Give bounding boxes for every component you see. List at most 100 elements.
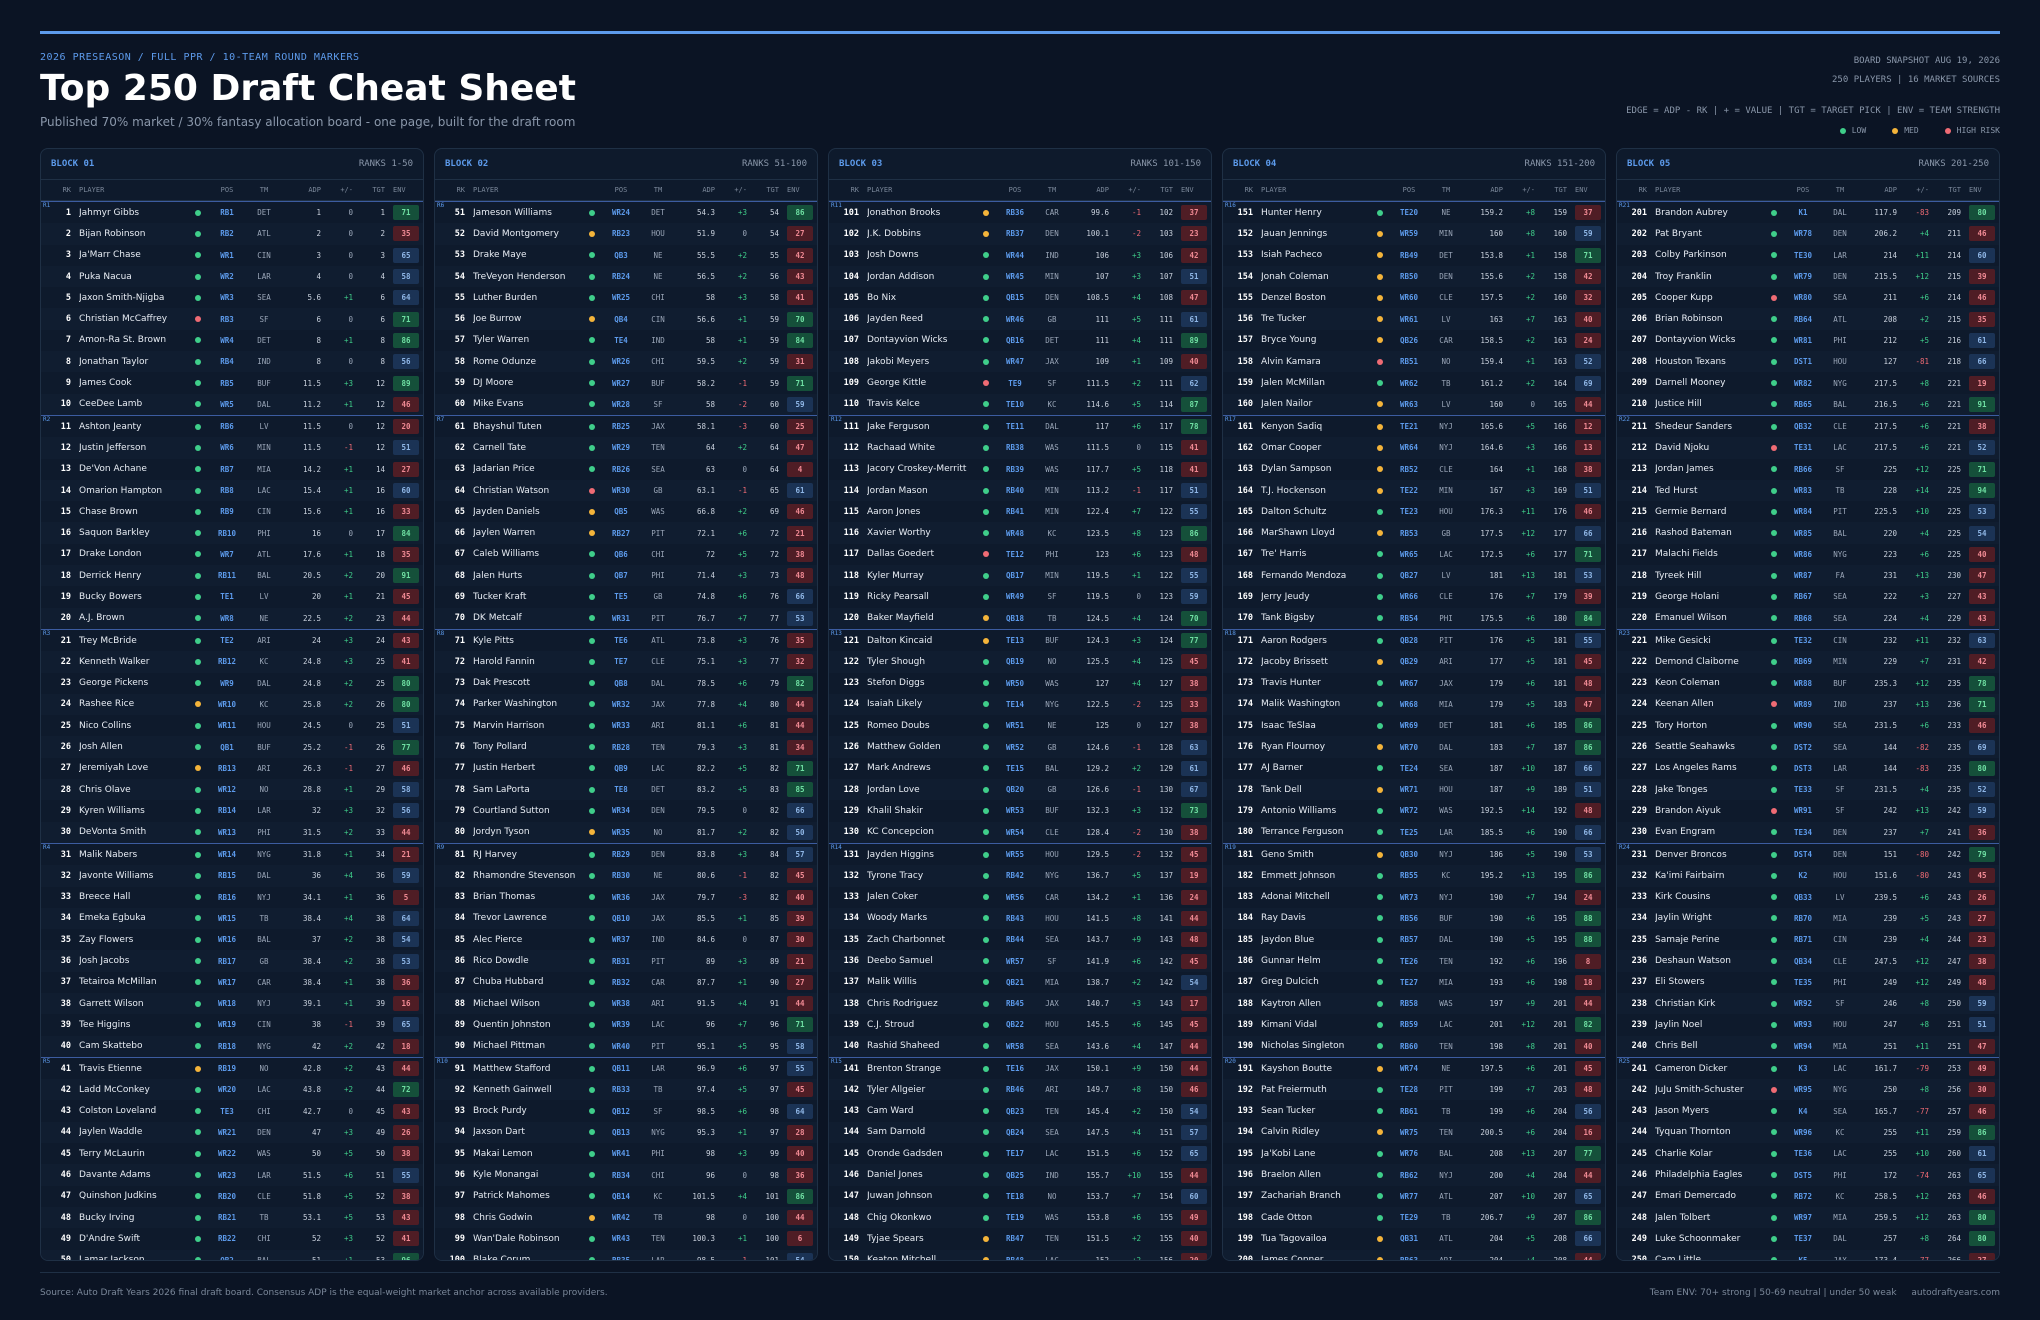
- player-row[interactable]: 58 Rome Odunze WR26 CHI 59.5 +2 59 31: [435, 351, 817, 373]
- player-row[interactable]: 50 Lamar Jackson QB2 BAL 51 +1 53 96: [41, 1249, 423, 1260]
- player-row[interactable]: R20 191 Kayshon Boutte WR74 NE 197.5 +6 201 45: [1223, 1056, 1605, 1079]
- player-row[interactable]: R23 221 Mike Gesicki TE32 CIN 232 +11 232 63: [1617, 628, 1999, 651]
- player-row[interactable]: 180 Terrance Ferguson TE25 LAR 185.5 +6 190 66: [1223, 821, 1605, 843]
- player-row[interactable]: 184 Ray Davis RB56 BUF 190 +6 195 88: [1223, 907, 1605, 930]
- player-row[interactable]: 82 Rhamondre Stevenson RB30 NE 80.6 -1 82 45: [435, 865, 817, 887]
- player-row[interactable]: 19 Bucky Bowers TE1 LV 20 +1 21 45: [41, 586, 423, 607]
- player-row[interactable]: 28 Chris Olave WR12 NO 28.8 +1 29 58: [41, 779, 423, 801]
- player-row[interactable]: 55 Luther Burden WR25 CHI 58 +3 58 41: [435, 287, 817, 308]
- player-row[interactable]: 64 Christian Watson WR30 GB 63.1 -1 65 61: [435, 479, 817, 502]
- player-row[interactable]: 215 Germie Bernard WR84 PIT 225.5 +10 225 53: [1617, 501, 1999, 522]
- player-row[interactable]: 56 Joe Burrow QB4 CIN 56.6 +1 59 70: [435, 308, 817, 330]
- player-row[interactable]: 36 Josh Jacobs RB17 GB 38.4 +2 38 53: [41, 950, 423, 972]
- player-row[interactable]: 62 Carnell Tate WR29 TEN 64 +2 64 47: [435, 437, 817, 459]
- player-row[interactable]: R12 111 Jake Ferguson TE11 DAL 117 +6 117 78: [829, 414, 1211, 437]
- player-row[interactable]: 136 Deebo Samuel WR57 SF 141.9 +6 142 45: [829, 950, 1211, 972]
- player-row[interactable]: R4 31 Malik Nabers WR14 NYG 31.8 +1 34 21: [41, 842, 423, 865]
- player-row[interactable]: 83 Brian Thomas WR36 JAX 79.7 -3 82 40: [435, 887, 817, 908]
- player-row[interactable]: R13 121 Dalton Kincaid TE13 BUF 124.3 +3 124 77: [829, 628, 1211, 651]
- player-row[interactable]: 247 Emari Demercado RB72 KC 258.5 +12 263 46: [1617, 1186, 1999, 1207]
- player-row[interactable]: 118 Kyler Murray QB17 MIN 119.5 +1 122 55: [829, 565, 1211, 587]
- player-row[interactable]: 34 Emeka Egbuka WR15 TB 38.4 +4 38 64: [41, 907, 423, 930]
- player-row[interactable]: 129 Khalil Shakir WR53 BUF 132.3 +3 132 73: [829, 800, 1211, 821]
- player-row[interactable]: 169 Jerry Jeudy WR66 CLE 176 +7 179 39: [1223, 586, 1605, 607]
- player-row[interactable]: 142 Tyler Allgeier RB46 ARI 149.7 +8 150 46: [829, 1079, 1211, 1101]
- player-row[interactable]: 128 Jordan Love QB20 GB 126.6 -1 130 67: [829, 779, 1211, 801]
- player-row[interactable]: 163 Dylan Sampson RB52 CLE 164 +1 168 38: [1223, 459, 1605, 480]
- player-row[interactable]: 73 Dak Prescott QB8 DAL 78.5 +6 79 82: [435, 673, 817, 694]
- player-row[interactable]: 143 Cam Ward QB23 TEN 145.4 +2 150 54: [829, 1100, 1211, 1121]
- player-row[interactable]: 46 Davante Adams WR23 LAR 51.5 +6 51 55: [41, 1164, 423, 1186]
- player-row[interactable]: 59 DJ Moore WR27 BUF 58.2 -1 59 71: [435, 372, 817, 393]
- player-row[interactable]: 70 DK Metcalf WR31 PIT 76.7 +7 77 53: [435, 607, 817, 629]
- player-row[interactable]: 198 Cade Otton TE29 TB 206.7 +9 207 86: [1223, 1206, 1605, 1229]
- player-row[interactable]: 96 Kyle Monangai RB34 CHI 96 0 98 36: [435, 1164, 817, 1186]
- player-row[interactable]: 57 Tyler Warren TE4 IND 58 +1 59 84: [435, 330, 817, 351]
- player-row[interactable]: R17 161 Kenyon Sadiq TE21 NYJ 165.6 +5 166 12: [1223, 414, 1605, 437]
- player-row[interactable]: 174 Malik Washington WR68 MIA 179 +5 183 47: [1223, 693, 1605, 716]
- player-row[interactable]: 125 Romeo Doubs WR51 NE 125 0 127 38: [829, 715, 1211, 736]
- player-row[interactable]: 232 Ka'imi Fairbairn K2 HOU 151.6 -80 243 45: [1617, 865, 1999, 887]
- player-row[interactable]: 144 Sam Darnold QB24 SEA 147.5 +4 151 57: [829, 1121, 1211, 1144]
- player-row[interactable]: 6 Christian McCaffrey RB3 SF 6 0 6 71: [41, 308, 423, 330]
- player-row[interactable]: 80 Jordyn Tyson WR35 NO 81.7 +2 82 50: [435, 821, 817, 843]
- player-row[interactable]: 116 Xavier Worthy WR48 KC 123.5 +8 123 86: [829, 522, 1211, 544]
- player-row[interactable]: 88 Michael Wilson WR38 ARI 91.5 +4 91 44: [435, 992, 817, 1015]
- player-row[interactable]: 5 Jaxon Smith-Njigba WR3 SEA 5.6 +1 6 64: [41, 287, 423, 308]
- player-row[interactable]: 49 D'Andre Swift RB22 CHI 52 +3 52 41: [41, 1228, 423, 1249]
- player-row[interactable]: 223 Keon Coleman WR88 BUF 235.3 +12 235 78: [1617, 673, 1999, 694]
- player-row[interactable]: 248 Jalen Tolbert WR97 MIA 259.5 +12 263 80: [1617, 1206, 1999, 1229]
- player-row[interactable]: 146 Daniel Jones QB25 IND 155.7 +10 155 44: [829, 1164, 1211, 1186]
- player-row[interactable]: 244 Tyquan Thornton WR96 KC 255 +11 259 86: [1617, 1121, 1999, 1144]
- player-row[interactable]: 249 Luke Schoonmaker TE37 DAL 257 +8 264 80: [1617, 1228, 1999, 1249]
- player-row[interactable]: R24 231 Denver Broncos DST4 DEN 151 -80 242 79: [1617, 842, 1999, 865]
- player-row[interactable]: 15 Chase Brown RB9 CIN 15.6 +1 16 33: [41, 501, 423, 522]
- player-row[interactable]: 35 Zay Flowers WR16 BAL 37 +2 38 54: [41, 929, 423, 950]
- player-row[interactable]: R21 201 Brandon Aubrey K1 DAL 117.9 -83 209 80: [1617, 201, 1999, 223]
- player-row[interactable]: 14 Omarion Hampton RB8 LAC 15.4 +1 16 60: [41, 479, 423, 502]
- player-row[interactable]: 195 Ja'Kobi Lane WR76 BAL 208 +13 207 77: [1223, 1143, 1605, 1164]
- player-row[interactable]: 235 Samaje Perine RB71 CIN 239 +4 244 23: [1617, 929, 1999, 950]
- player-row[interactable]: 130 KC Concepcion WR54 CLE 128.4 -2 130 38: [829, 821, 1211, 843]
- player-row[interactable]: 78 Sam LaPorta TE8 DET 83.2 +5 83 85: [435, 779, 817, 801]
- player-row[interactable]: 32 Javonte Williams RB15 DAL 36 +4 36 59: [41, 865, 423, 887]
- player-row[interactable]: 203 Colby Parkinson TE30 LAR 214 +11 214 60: [1617, 245, 1999, 266]
- player-row[interactable]: 157 Bryce Young QB26 CAR 158.5 +2 163 24: [1223, 330, 1605, 351]
- player-row[interactable]: 239 Jaylin Noel WR93 HOU 247 +8 251 51: [1617, 1014, 1999, 1035]
- player-row[interactable]: 170 Tank Bigsby RB54 PHI 175.5 +6 180 84: [1223, 607, 1605, 629]
- player-row[interactable]: 233 Kirk Cousins QB33 LV 239.5 +6 243 26: [1617, 887, 1999, 908]
- player-row[interactable]: 193 Sean Tucker RB61 TB 199 +6 204 56: [1223, 1100, 1605, 1121]
- player-row[interactable]: 182 Emmett Johnson RB55 KC 195.2 +13 195 86: [1223, 865, 1605, 887]
- player-row[interactable]: 222 Demond Claiborne RB69 MIN 229 +7 231 42: [1617, 651, 1999, 673]
- player-row[interactable]: 190 Nicholas Singleton RB60 TEN 198 +8 201 40: [1223, 1035, 1605, 1057]
- player-row[interactable]: 140 Rashid Shaheed WR58 SEA 143.6 +4 147 44: [829, 1035, 1211, 1057]
- player-row[interactable]: 159 Jalen McMillan WR62 TB 161.2 +2 164 69: [1223, 372, 1605, 393]
- player-row[interactable]: 236 Deshaun Watson QB34 CLE 247.5 +12 247 38: [1617, 950, 1999, 972]
- player-row[interactable]: 185 Jaydon Blue RB57 DAL 190 +5 195 88: [1223, 929, 1605, 950]
- player-row[interactable]: 60 Mike Evans WR28 SF 58 -2 60 59: [435, 393, 817, 415]
- player-row[interactable]: 25 Nico Collins WR11 HOU 24.5 0 25 51: [41, 715, 423, 736]
- player-row[interactable]: R2 11 Ashton Jeanty RB6 LV 11.5 0 12 20: [41, 414, 423, 437]
- player-row[interactable]: 85 Alec Pierce WR37 IND 84.6 0 87 30: [435, 929, 817, 950]
- player-row[interactable]: 109 George Kittle TE9 SF 111.5 +2 111 62: [829, 372, 1211, 393]
- player-row[interactable]: 27 Jeremiyah Love RB13 ARI 26.3 -1 27 46: [41, 758, 423, 779]
- player-row[interactable]: R15 141 Brenton Strange TE16 JAX 150.1 +9 150 44: [829, 1056, 1211, 1079]
- player-row[interactable]: 155 Denzel Boston WR60 CLE 157.5 +2 160 32: [1223, 287, 1605, 308]
- player-row[interactable]: 97 Patrick Mahomes QB14 KC 101.5 +4 101 86: [435, 1186, 817, 1207]
- player-row[interactable]: 188 Kaytron Allen RB58 WAS 197 +9 201 44: [1223, 992, 1605, 1015]
- player-row[interactable]: 218 Tyreek Hill WR87 FA 231 +13 230 47: [1617, 565, 1999, 587]
- player-row[interactable]: 133 Jalen Coker WR56 CAR 134.2 +1 136 24: [829, 887, 1211, 908]
- player-row[interactable]: R19 181 Geno Smith QB30 NYJ 186 +5 190 53: [1223, 842, 1605, 865]
- player-row[interactable]: 23 George Pickens WR9 DAL 24.8 +2 25 80: [41, 673, 423, 694]
- player-row[interactable]: 187 Greg Dulcich TE27 MIA 193 +6 198 18: [1223, 972, 1605, 993]
- player-row[interactable]: 120 Baker Mayfield QB18 TB 124.5 +4 124 70: [829, 607, 1211, 629]
- player-row[interactable]: 77 Justin Herbert QB9 LAC 82.2 +5 82 71: [435, 758, 817, 779]
- player-row[interactable]: 93 Brock Purdy QB12 SF 98.5 +6 98 64: [435, 1100, 817, 1121]
- player-row[interactable]: 67 Caleb Williams QB6 CHI 72 +5 72 38: [435, 544, 817, 565]
- player-row[interactable]: 106 Jayden Reed WR46 GB 111 +5 111 61: [829, 308, 1211, 330]
- player-row[interactable]: 153 Isiah Pacheco RB49 DET 153.8 +1 158 71: [1223, 245, 1605, 266]
- player-row[interactable]: 177 AJ Barner TE24 SEA 187 +10 187 66: [1223, 758, 1605, 779]
- player-row[interactable]: 107 Dontayvion Wicks QB16 DET 111 +4 111 89: [829, 330, 1211, 351]
- player-row[interactable]: 246 Philadelphia Eagles DST5 PHI 172 -74 263 65: [1617, 1164, 1999, 1186]
- player-row[interactable]: 179 Antonio Williams WR72 WAS 192.5 +14 192 48: [1223, 800, 1605, 821]
